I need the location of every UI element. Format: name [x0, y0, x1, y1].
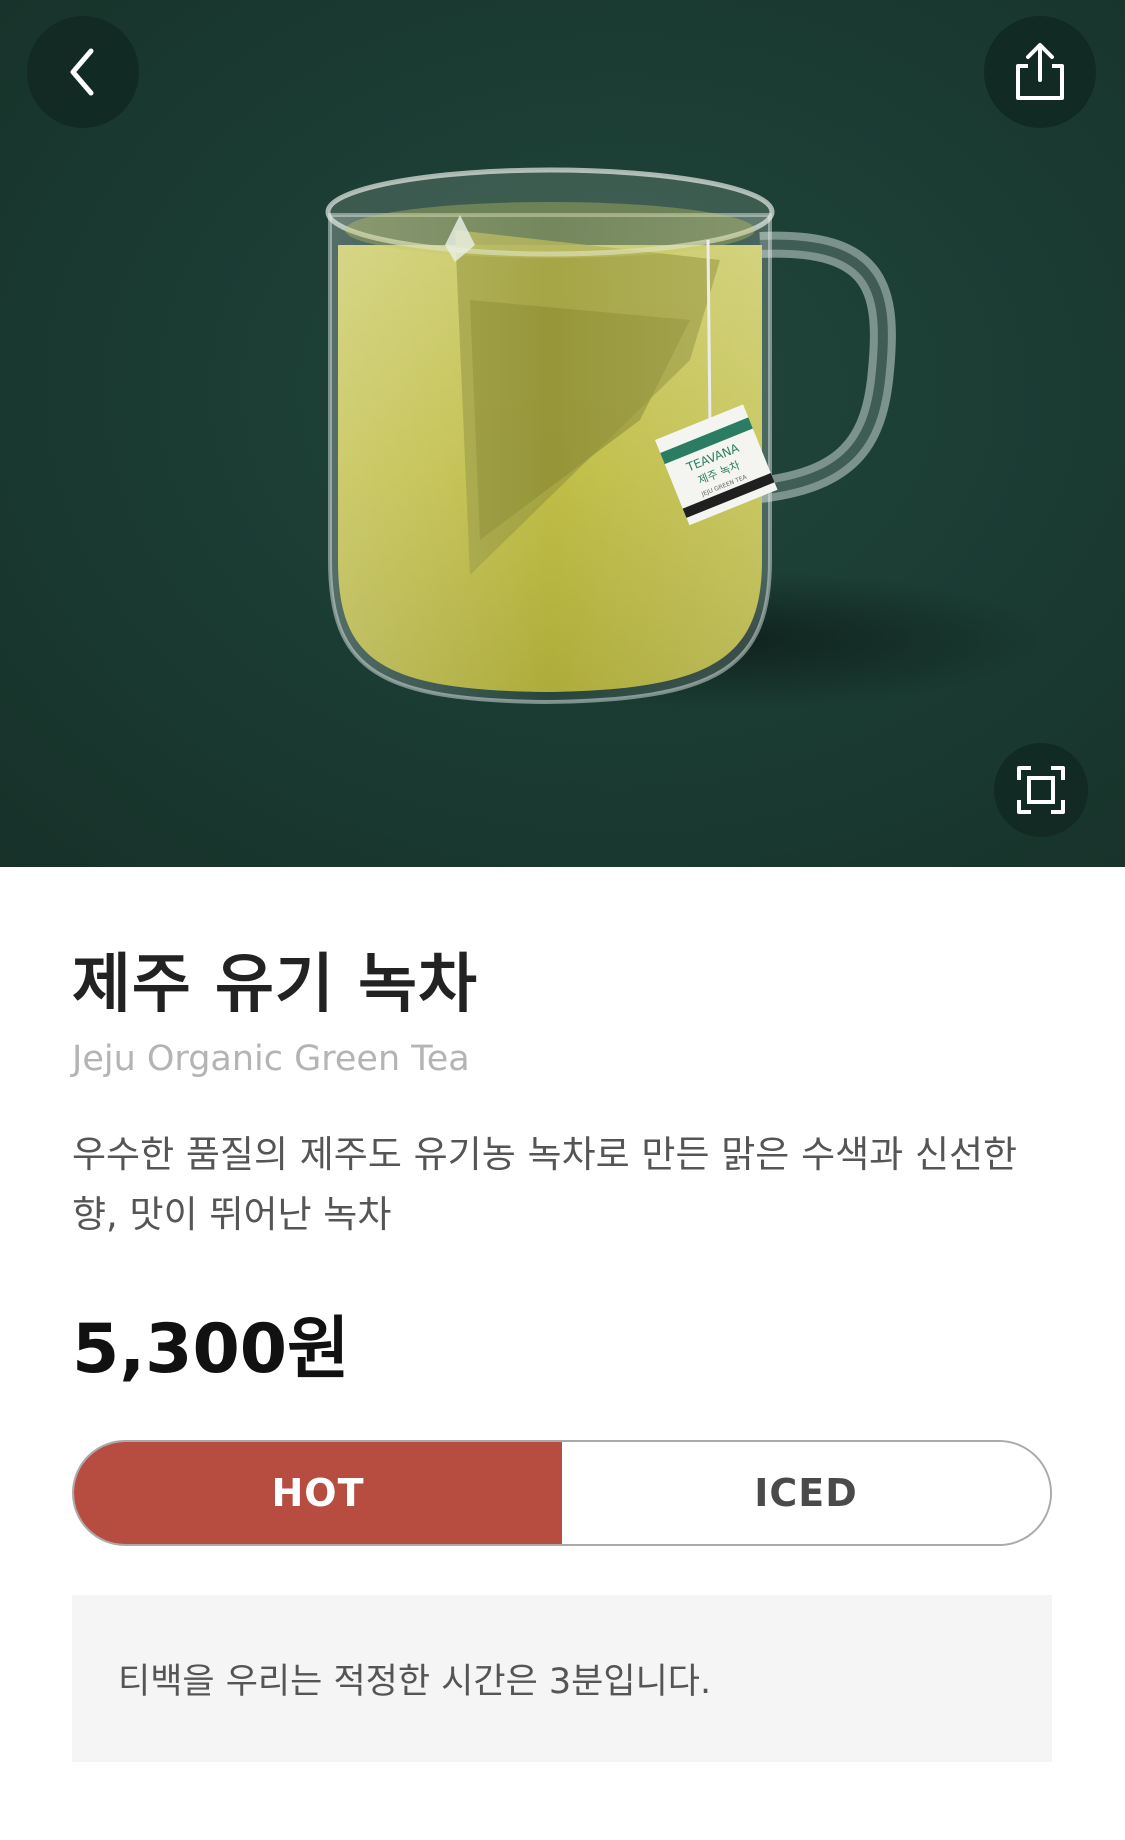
product-hero-image: TEAVANA 제주 녹차 JEJU GREEN TEA: [0, 0, 1125, 867]
temperature-toggle: HOT ICED: [72, 1440, 1052, 1546]
product-subtitle: Jeju Organic Green Tea: [72, 1039, 470, 1079]
share-icon: [1016, 43, 1064, 100]
expand-image-button[interactable]: [994, 743, 1088, 837]
product-title: 제주 유기 녹차: [72, 948, 478, 1022]
product-detail: 제주 유기 녹차 Jeju Organic Green Tea 우수한 품질의 …: [0, 867, 1125, 1840]
hot-option[interactable]: HOT: [74, 1442, 562, 1544]
expand-icon: [1017, 766, 1065, 814]
notice-text: 티백을 우리는 적정한 시간은 3분입니다.: [118, 1662, 712, 1702]
steep-time-notice: 티백을 우리는 적정한 시간은 3분입니다.: [72, 1595, 1052, 1762]
share-button[interactable]: [984, 16, 1096, 128]
chevron-left-icon: [70, 48, 94, 96]
product-description: 우수한 품질의 제주도 유기농 녹차로 만든 맑은 수색과 신선한 향, 맛이 …: [72, 1133, 1018, 1236]
product-price: 5,300원: [72, 1310, 350, 1389]
back-button[interactable]: [27, 16, 139, 128]
tea-mug-illustration: TEAVANA 제주 녹차 JEJU GREEN TEA: [325, 167, 1050, 710]
iced-option[interactable]: ICED: [562, 1442, 1050, 1544]
